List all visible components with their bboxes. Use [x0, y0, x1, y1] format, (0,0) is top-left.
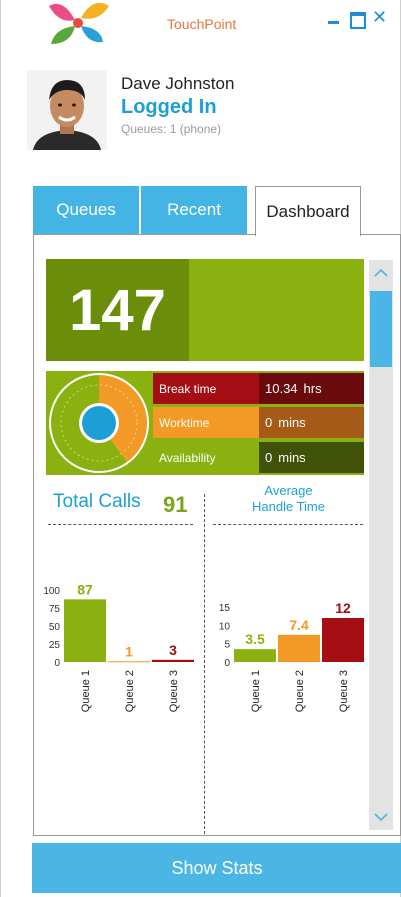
data-label: 12 [335, 600, 351, 616]
big-counter: 147 [69, 277, 166, 343]
login-status: Logged In [121, 96, 217, 118]
category-label: Queue 3 [338, 670, 350, 712]
aht-label-line2: Handle Time [252, 499, 325, 514]
aht-label-line1: Average [264, 483, 313, 498]
break-time-label: Break time [153, 373, 259, 404]
worktime-number: 0 [265, 415, 273, 430]
divider [213, 524, 363, 525]
user-photo-icon [27, 70, 107, 150]
category-label: Queue 2 [124, 670, 136, 712]
category-label: Queue 3 [168, 670, 180, 712]
y-tick-label: 10 [219, 621, 231, 632]
data-label: 87 [77, 581, 93, 597]
avatar [27, 70, 107, 150]
y-tick-label: 100 [43, 586, 60, 597]
category-label: Queue 2 [294, 670, 306, 712]
bar [278, 634, 320, 662]
total-calls-chart: 0 25 50 75 100 87 Queue 1 1 Queue 2 3 Queue 3 [43, 581, 194, 712]
user-name: Dave Johnston [121, 74, 235, 93]
data-label: 7.4 [289, 617, 309, 633]
y-tick-label: 25 [49, 640, 61, 651]
aht-label: Average Handle Time [216, 483, 361, 515]
break-time-value: 10.34 hrs [259, 373, 364, 404]
worktime-row: Worktime 0 mins [153, 407, 364, 438]
show-stats-button[interactable]: Show Stats [32, 843, 401, 893]
y-tick-label: 0 [224, 658, 230, 669]
scroll-up-icon[interactable] [369, 260, 393, 286]
availability-value: 0 mins [259, 442, 364, 473]
scrollbar-thumb[interactable] [370, 291, 392, 367]
aht-chart: 0 5 10 15 3.5 Queue 1 7.4 Queue 2 12 Queue 3 [219, 600, 364, 712]
worktime-label: Worktime [153, 407, 259, 438]
bar [108, 661, 150, 663]
y-tick-label: 0 [54, 658, 60, 669]
data-label: 3.5 [245, 631, 265, 647]
break-time-unit: hrs [303, 381, 322, 396]
touchpoint-logo-icon [49, 2, 109, 44]
maximize-icon[interactable] [349, 10, 366, 29]
touchpoint-window: TouchPoint ✕ Dave Johnston Logged In Que… [0, 0, 401, 897]
tab-recent[interactable]: Recent [141, 186, 247, 234]
availability-number: 0 [265, 450, 273, 465]
y-tick-label: 50 [49, 622, 61, 633]
minimize-icon[interactable] [326, 10, 342, 26]
total-calls-value: 91 [163, 492, 188, 517]
bar [322, 618, 364, 662]
divider [48, 524, 193, 525]
category-label: Queue 1 [250, 670, 262, 712]
availability-unit: mins [278, 450, 306, 465]
worktime-unit: mins [278, 415, 306, 430]
close-icon[interactable]: ✕ [372, 8, 388, 26]
break-time-number: 10.34 [265, 381, 298, 396]
data-label: 3 [169, 642, 177, 658]
bar [234, 649, 276, 662]
y-tick-label: 75 [49, 604, 61, 615]
data-label: 1 [125, 643, 133, 659]
app-title: TouchPoint [167, 16, 237, 32]
availability-row: Availability 0 mins [153, 442, 364, 473]
tab-queues[interactable]: Queues [33, 186, 139, 234]
tab-dashboard[interactable]: Dashboard [255, 186, 361, 236]
bar [152, 659, 194, 662]
queues-info: Queues: 1 (phone) [121, 122, 222, 136]
availability-label: Availability [153, 442, 259, 473]
worktime-value: 0 mins [259, 407, 364, 438]
total-calls-label: Total Calls [53, 491, 141, 512]
category-label: Queue 1 [80, 670, 92, 712]
scroll-down-icon[interactable] [369, 804, 393, 830]
time-donut-chart [49, 373, 149, 473]
break-time-row: Break time 10.34 hrs [153, 373, 364, 404]
y-tick-label: 5 [224, 640, 230, 651]
bar [64, 599, 106, 662]
y-tick-label: 15 [219, 603, 231, 614]
